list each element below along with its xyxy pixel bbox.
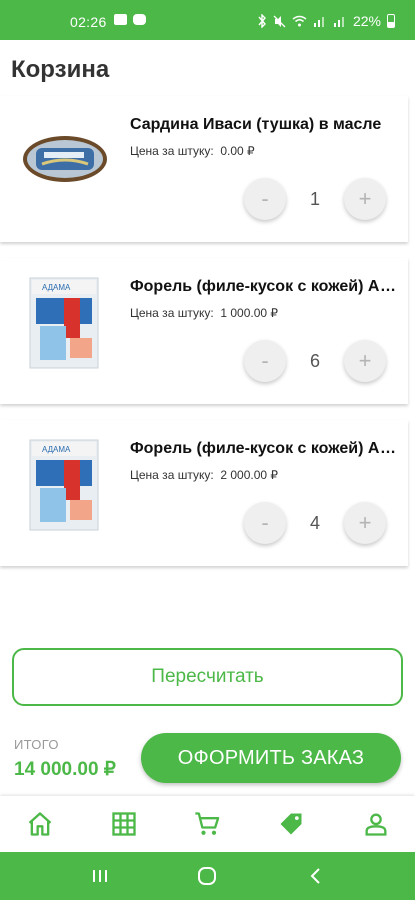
nav-cart[interactable] (193, 810, 221, 838)
cart-item[interactable]: Сардина Иваси (тушка) в масле Цена за шт… (0, 96, 408, 242)
signal-icon (313, 17, 324, 27)
mute-icon (273, 15, 286, 27)
back-button[interactable] (306, 866, 326, 886)
decrease-quantity-button[interactable]: - (244, 502, 286, 544)
nav-home[interactable] (26, 810, 54, 838)
unit-price-value: 2 000.00 ₽ (220, 468, 279, 482)
product-name: Сардина Иваси (тушка) в масле (130, 116, 382, 133)
signal-2-icon (333, 17, 344, 27)
svg-text:АДАМА: АДАМА (42, 445, 71, 454)
system-status: 22% (257, 13, 395, 29)
product-name: Форель (филе-кусок с кожей) АДАМА (130, 440, 400, 457)
battery-icon (387, 14, 395, 28)
product-image: АДАМА (29, 277, 99, 369)
bottom-nav (0, 796, 415, 852)
svg-text:АДАМА: АДАМА (42, 283, 71, 292)
recent-apps-icon (93, 870, 107, 882)
home-button[interactable] (197, 866, 217, 886)
tag-icon (280, 813, 302, 835)
bluetooth-icon (258, 14, 266, 28)
page-title: Корзина (11, 56, 110, 83)
cart-item[interactable]: АДАМА Форель (филе-кусок с кожей) АДАМА … (0, 258, 408, 404)
quantity-value: 4 (309, 513, 320, 533)
unit-price-value: 0.00 ₽ (220, 144, 255, 158)
unit-price: Цена за штуку: 2 000.00 ₽ (130, 468, 278, 482)
system-navigation-bar (0, 852, 415, 900)
product-name: Форель (филе-кусок с кожей) АДАМА (130, 278, 400, 295)
unit-price-value: 1 000.00 ₽ (220, 306, 279, 320)
status-time: 02:26 (70, 14, 107, 30)
unit-price-label: Цена за штуку: (130, 468, 214, 482)
decrease-quantity-button[interactable]: - (244, 340, 286, 382)
decrease-quantity-button[interactable]: - (244, 178, 286, 220)
unit-price-label: Цена за штуку: (130, 144, 214, 158)
checkout-button[interactable]: ОФОРМИТЬ ЗАКАЗ (141, 733, 401, 783)
nav-promotions[interactable] (277, 810, 305, 838)
quantity-value: 1 (309, 189, 320, 209)
home-icon (28, 812, 52, 836)
cart-item[interactable]: АДАМА Форель (филе-кусок с кожей) АДАМА … (0, 420, 408, 566)
recent-apps-button[interactable] (90, 866, 110, 886)
notification-icons (114, 14, 146, 25)
youtube-notification-icon (133, 14, 146, 25)
quantity-value: 6 (309, 351, 320, 371)
unit-price: Цена за штуку: 0.00 ₽ (130, 144, 255, 158)
total-label: ИТОГО (14, 737, 59, 752)
battery-percent: 22% (352, 13, 381, 29)
unit-price: Цена за штуку: 1 000.00 ₽ (130, 306, 278, 320)
wifi-icon (292, 15, 307, 27)
unit-price-label: Цена за штуку: (130, 306, 214, 320)
gallery-notification-icon (114, 14, 127, 25)
catalog-grid-icon (112, 812, 136, 836)
increase-quantity-button[interactable]: + (344, 340, 386, 382)
nav-profile[interactable] (362, 810, 390, 838)
increase-quantity-button[interactable]: + (344, 178, 386, 220)
cart-icon (195, 812, 220, 835)
product-image: АДАМА (29, 439, 99, 531)
total-value: 14 000.00 ₽ (14, 759, 116, 780)
profile-icon (365, 813, 387, 836)
home-circle-icon (198, 867, 216, 885)
recalculate-button[interactable]: Пересчитать (12, 648, 403, 706)
increase-quantity-button[interactable]: + (344, 502, 386, 544)
product-image (23, 136, 107, 182)
back-icon (310, 868, 320, 884)
status-bar: 02:26 22% (0, 0, 415, 40)
nav-catalog[interactable] (110, 810, 138, 838)
